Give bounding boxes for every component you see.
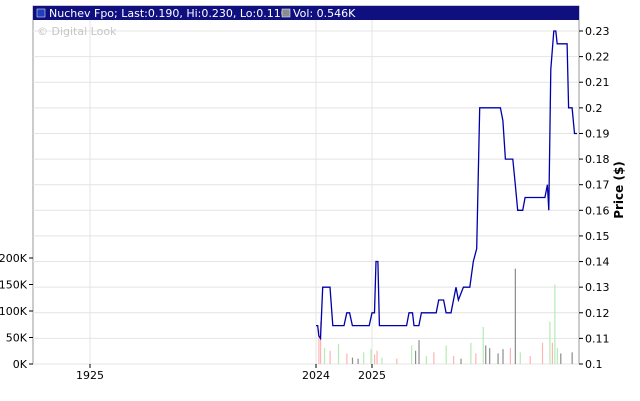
price-tick-label: 0.19 (585, 127, 610, 140)
price-tick-label: 0.17 (585, 179, 610, 192)
volume-bar (381, 357, 383, 364)
x-tick-label: 1925 (76, 369, 104, 382)
volume-bar (482, 326, 484, 364)
volume-bar (329, 350, 331, 364)
price-tick-label: 0.13 (585, 281, 610, 294)
volume-bar (418, 340, 420, 364)
legend-price-label: Nuchev Fpo; Last:0.190, Hi:0.230, Lo:0.1… (49, 7, 288, 20)
volume-bar (571, 352, 573, 364)
x-tick-label: 2025 (358, 369, 386, 382)
volume-bar (460, 358, 462, 364)
volume-tick-label: 150K (0, 279, 28, 292)
volume-bar (551, 342, 554, 364)
volume-bar (489, 348, 491, 364)
volume-bar (425, 356, 428, 364)
volume-bar (433, 352, 435, 364)
volume-bar (470, 342, 472, 364)
volume-tick-label: 200K (0, 252, 28, 265)
volume-bar (373, 354, 376, 364)
volume-bar (554, 284, 556, 364)
volume-tick-label: 100K (0, 305, 28, 318)
volume-bar (411, 345, 413, 364)
price-tick-label: 0.21 (585, 76, 610, 89)
price-tick-label: 0.16 (585, 204, 610, 217)
volume-bar (396, 358, 398, 364)
price-tick-label: 0.22 (585, 51, 610, 64)
volume-bar (497, 353, 499, 364)
y-axis-title: Price ($) (612, 161, 626, 219)
volume-bar (337, 343, 340, 364)
x-axis: 1925 2024 2025 (76, 364, 386, 382)
volume-bar (351, 357, 354, 364)
volume-bar (414, 350, 417, 364)
price-axis: 0.1 0.11 0.12 0.13 0.14 0.15 0.16 0.17 0.18 0.19 0… (579, 25, 610, 371)
volume-bar (519, 352, 521, 364)
price-tick-label: 0.12 (585, 307, 610, 320)
volume-bar (370, 349, 372, 364)
volume-bar (323, 348, 326, 364)
volume-bar (509, 348, 512, 364)
price-volume-chart: Nuchev Fpo; Last:0.190, Hi:0.230, Lo:0.1… (0, 5, 626, 382)
volume-bar (346, 353, 348, 364)
legend-price-swatch (36, 8, 46, 18)
volume-bar (560, 353, 562, 364)
volume-bar (363, 352, 365, 364)
volume-bar (475, 353, 477, 364)
price-tick-label: 0.23 (585, 25, 610, 38)
volume-bar (529, 356, 531, 364)
price-tick-label: 0.11 (585, 332, 610, 345)
x-tick-label: 2024 (302, 369, 330, 382)
volume-bar (445, 345, 447, 364)
volume-bar (541, 342, 544, 364)
volume-bar (376, 350, 378, 364)
volume-bar (453, 356, 455, 364)
price-tick-label: 0.15 (585, 230, 610, 243)
price-tick-label: 0.1 (585, 358, 603, 371)
legend-volume-swatch (281, 8, 291, 18)
volume-tick-label: 0K (13, 358, 28, 371)
volume-bar (485, 345, 487, 364)
price-tick-label: 0.14 (585, 256, 610, 269)
price-tick-label: 0.2 (585, 102, 603, 115)
price-tick-label: 0.18 (585, 153, 610, 166)
legend-volume-label: Vol: 0.546K (293, 7, 356, 20)
volume-bar (357, 358, 359, 364)
volume-axis: 0K 50K 100K 150K 200K (0, 252, 33, 371)
volume-bar (502, 349, 504, 364)
watermark: © Digital Look (37, 25, 117, 38)
volume-bar (549, 321, 551, 364)
volume-bar (556, 348, 558, 364)
volume-tick-label: 50K (6, 332, 28, 345)
volume-bar (514, 268, 516, 364)
